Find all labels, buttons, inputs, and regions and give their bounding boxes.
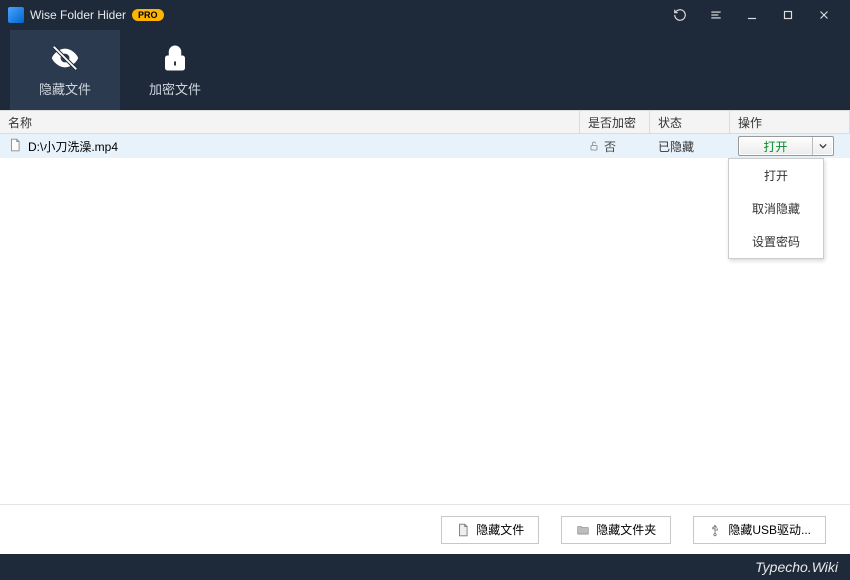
eye-slash-icon <box>50 43 80 73</box>
folder-icon <box>576 523 590 537</box>
table-header: 名称 是否加密 状态 操作 <box>0 110 850 134</box>
encrypted-text: 否 <box>604 138 616 155</box>
bottom-toolbar: 隐藏文件 隐藏文件夹 隐藏USB驱动... <box>0 504 850 554</box>
file-icon <box>8 138 22 155</box>
tab-hide-files[interactable]: 隐藏文件 <box>10 30 120 110</box>
minimize-button[interactable] <box>734 0 770 30</box>
file-icon <box>456 523 470 537</box>
refresh-icon[interactable] <box>662 0 698 30</box>
usb-icon <box>708 523 722 537</box>
hide-folder-button[interactable]: 隐藏文件夹 <box>561 516 671 544</box>
pro-badge: PRO <box>132 9 164 21</box>
cell-filename: D:\小刀洗澡.mp4 <box>0 134 580 158</box>
maximize-button[interactable] <box>770 0 806 30</box>
tab-label: 加密文件 <box>149 79 201 98</box>
tab-encrypt-files[interactable]: 加密文件 <box>120 30 230 110</box>
menu-icon[interactable] <box>698 0 734 30</box>
column-encrypted[interactable]: 是否加密 <box>580 111 650 133</box>
watermark: Typecho.Wiki <box>0 554 850 580</box>
menu-open[interactable]: 打开 <box>729 159 823 192</box>
column-status[interactable]: 状态 <box>650 111 730 133</box>
hide-usb-button[interactable]: 隐藏USB驱动... <box>693 516 826 544</box>
column-name[interactable]: 名称 <box>0 111 580 133</box>
status-text: 已隐藏 <box>658 138 694 155</box>
mode-tabs: 隐藏文件 加密文件 <box>0 30 850 110</box>
cell-action: 打开 <box>730 134 850 158</box>
titlebar: Wise Folder Hider PRO <box>0 0 850 30</box>
lock-icon <box>160 43 190 73</box>
column-action[interactable]: 操作 <box>730 111 850 133</box>
open-button[interactable]: 打开 <box>739 137 813 155</box>
action-split-button: 打开 <box>738 136 834 156</box>
table-row[interactable]: D:\小刀洗澡.mp4 否 已隐藏 打开 <box>0 134 850 158</box>
menu-set-password[interactable]: 设置密码 <box>729 225 823 258</box>
tab-label: 隐藏文件 <box>39 79 91 98</box>
hide-file-button[interactable]: 隐藏文件 <box>441 516 539 544</box>
action-dropdown: 打开 取消隐藏 设置密码 <box>728 158 824 259</box>
window-title: Wise Folder Hider <box>30 8 126 22</box>
button-label: 隐藏文件夹 <box>596 521 656 538</box>
cell-encrypted: 否 <box>580 134 650 158</box>
close-button[interactable] <box>806 0 842 30</box>
watermark-text: Typecho.Wiki <box>755 559 838 575</box>
chevron-down-icon <box>819 142 827 150</box>
filename-text: D:\小刀洗澡.mp4 <box>28 138 118 155</box>
menu-unhide[interactable]: 取消隐藏 <box>729 192 823 225</box>
app-icon <box>8 7 24 23</box>
cell-status: 已隐藏 <box>650 134 730 158</box>
dropdown-toggle[interactable] <box>813 137 833 155</box>
button-label: 隐藏文件 <box>476 521 524 538</box>
button-label: 隐藏USB驱动... <box>728 521 811 538</box>
unlock-icon <box>588 140 600 152</box>
